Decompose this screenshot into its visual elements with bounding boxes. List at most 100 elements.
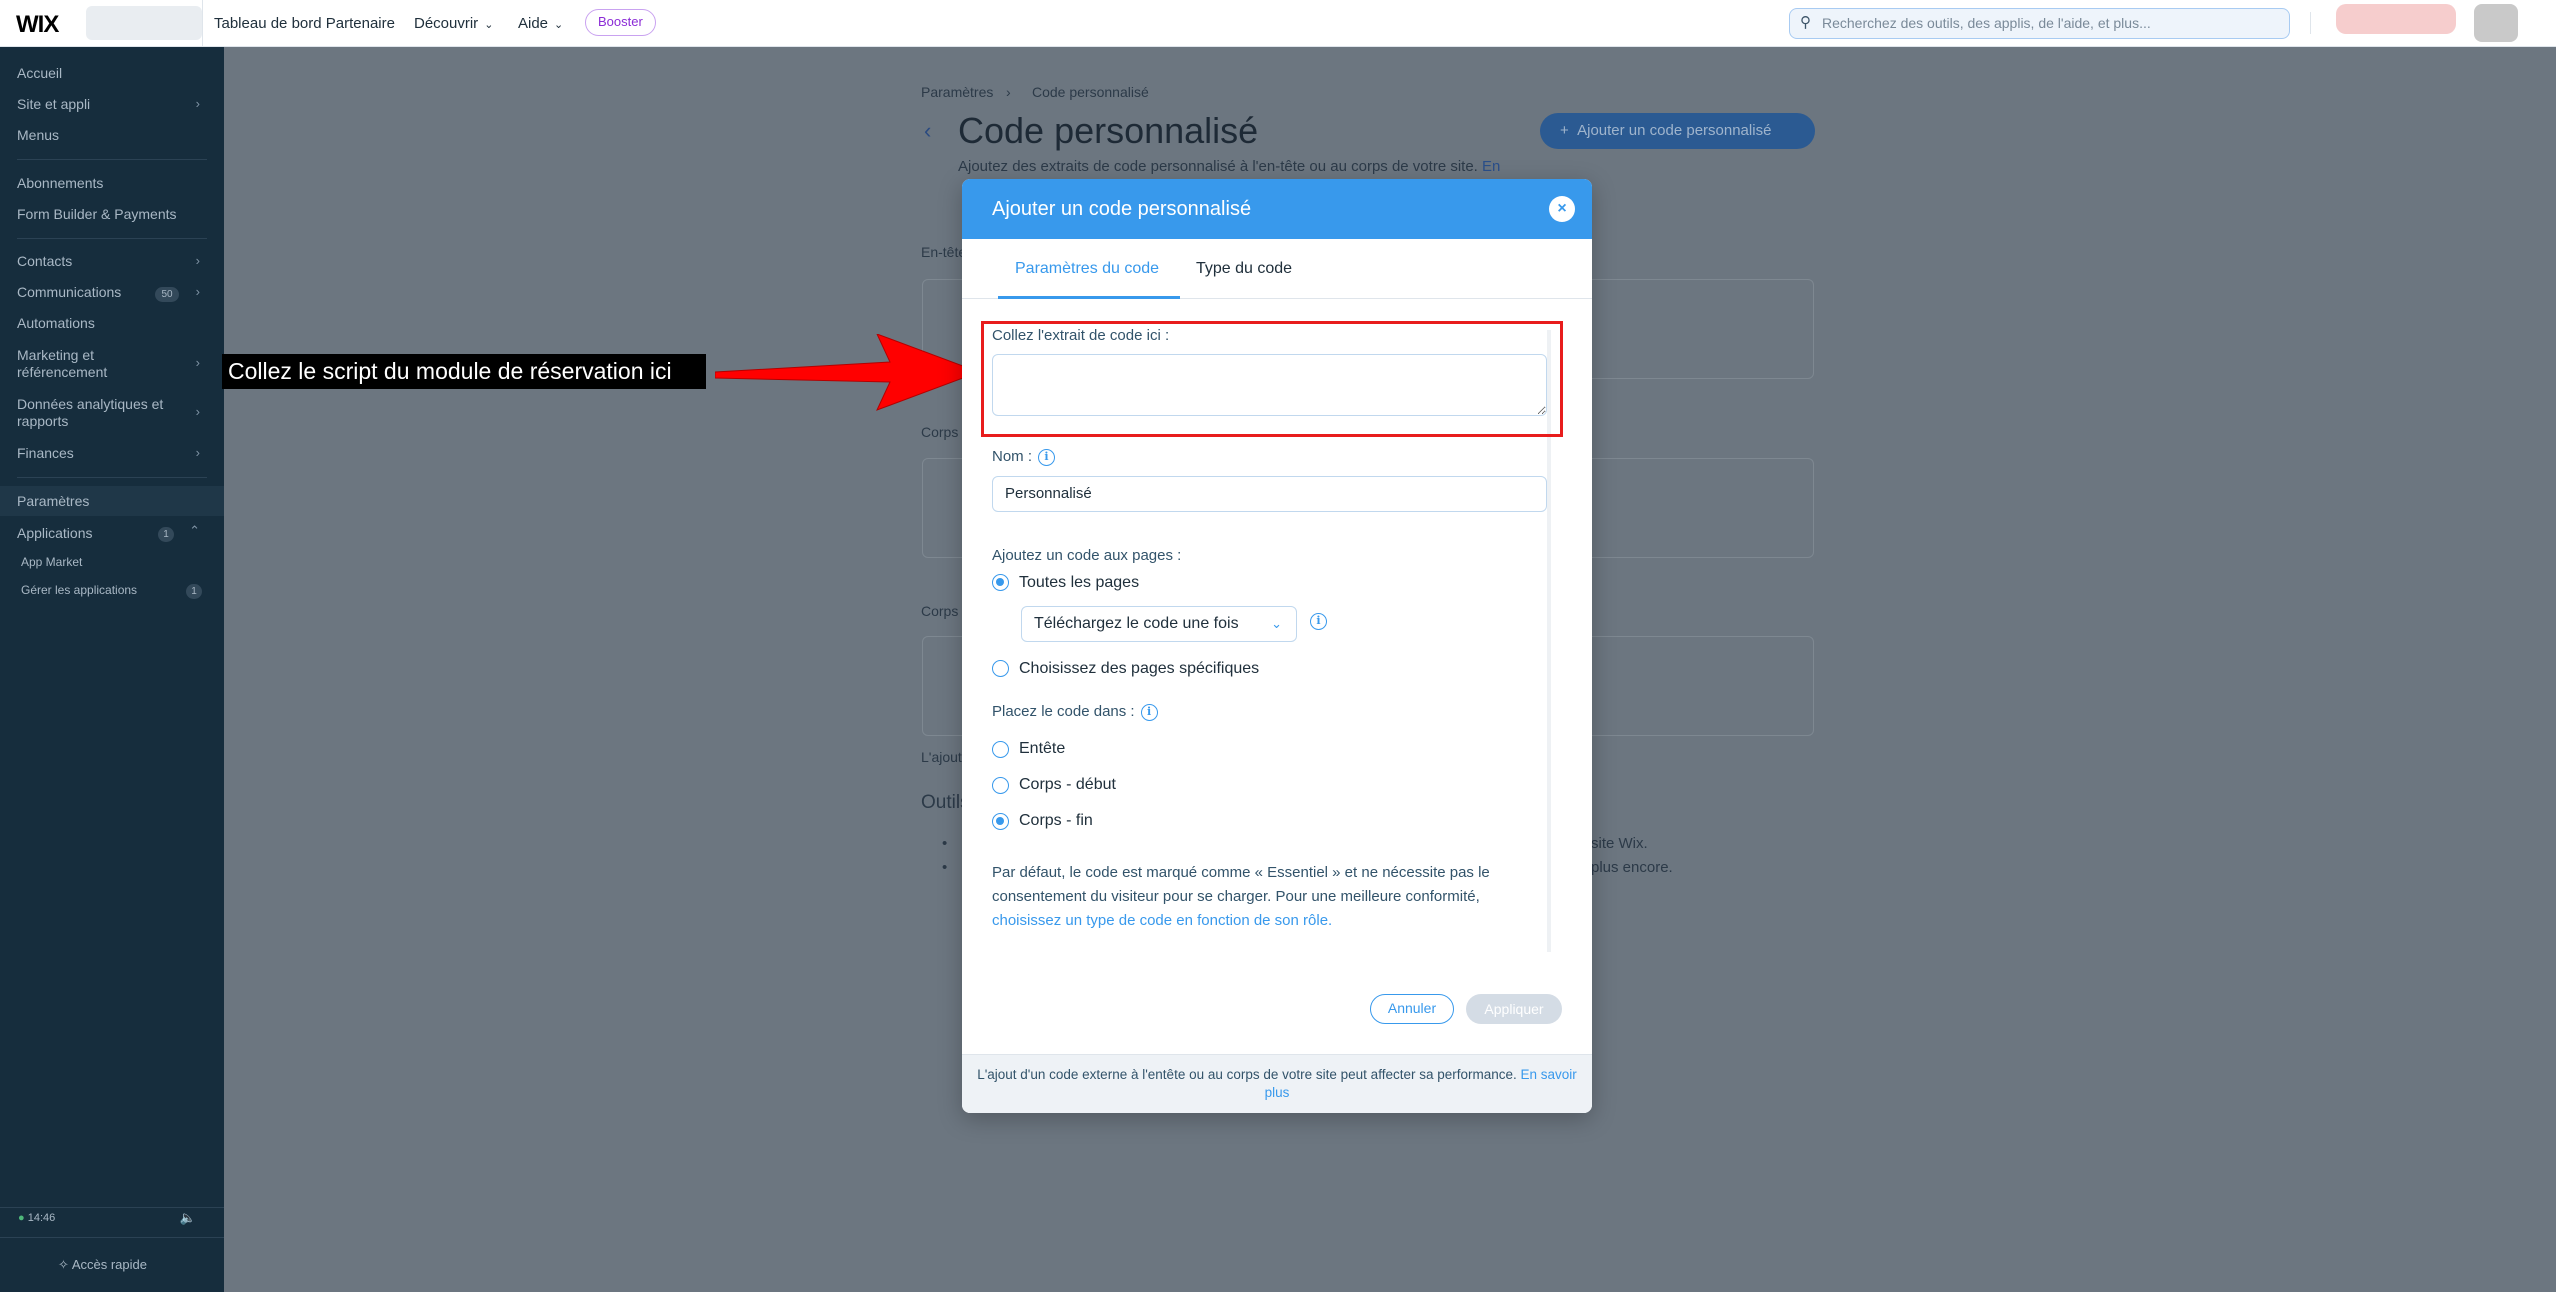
add-custom-code-button[interactable]: + Ajouter un code personnalisé [1540, 113, 1815, 149]
dialog-footer: L'ajout d'un code externe à l'entête ou … [962, 1054, 1592, 1113]
plus-icon: + [1560, 122, 1578, 139]
quick-access-icon: ✧ [58, 1257, 69, 1272]
booster-badge[interactable]: Booster [585, 9, 656, 36]
radio-all-pages-label[interactable]: Toutes les pages [1019, 574, 1139, 592]
divider [17, 238, 207, 239]
quick-access[interactable]: ✧ Accès rapide [58, 1257, 147, 1273]
sidebar-item-marketing[interactable]: Marketing et référencement [17, 347, 167, 381]
section-label-body-end: Corps [921, 603, 959, 619]
bullet-icon: • [942, 859, 948, 876]
sidebar: Accueil Site et appli › Menus Abonnement… [0, 47, 224, 1292]
section-label-body-start: Corps [921, 424, 959, 440]
divider [0, 1207, 224, 1208]
add-button-label: Ajouter un code personnalisé [1577, 122, 1772, 139]
chevron-right-icon: › [195, 355, 200, 370]
nav-discover-label: Découvrir [414, 15, 479, 32]
footer-text: L'ajout d'un code externe à l'entête ou … [977, 1067, 1517, 1082]
active-tab-indicator [998, 296, 1180, 299]
info-icon[interactable]: i [1038, 448, 1056, 466]
breadcrumb-current: Code personnalisé [1032, 84, 1149, 100]
avatar[interactable] [2474, 4, 2518, 42]
time-label: 14:46 [27, 1212, 56, 1224]
sidebar-item-communications[interactable]: Communications [17, 284, 121, 300]
divider [202, 0, 203, 47]
status-dot-icon: ● [18, 1212, 25, 1224]
sidebar-item-site-app[interactable]: Site et appli [17, 96, 90, 112]
sidebar-item-finances[interactable]: Finances [17, 445, 74, 461]
sidebar-item-home[interactable]: Accueil [17, 65, 62, 81]
radio-head[interactable] [992, 741, 1009, 758]
cancel-button[interactable]: Annuler [1370, 994, 1454, 1024]
radio-body-end[interactable] [992, 813, 1009, 830]
tools-line-2: plus encore. [1591, 859, 1673, 876]
clock: ● 14:46 [18, 1212, 55, 1224]
tools-line-1: site Wix. [1591, 835, 1648, 852]
dialog-title: Ajouter un code personnalisé [992, 198, 1252, 220]
name-field[interactable]: Personnalisé [992, 476, 1547, 512]
breadcrumb-separator-icon: › [1006, 84, 1011, 100]
radio-all-pages[interactable] [992, 574, 1009, 591]
bullet-icon: • [942, 835, 948, 852]
radio-body-start-label[interactable]: Corps - début [1019, 776, 1116, 794]
account-area[interactable] [2336, 4, 2456, 34]
annotation-arrow-icon [715, 334, 980, 411]
radio-body-end-label[interactable]: Corps - fin [1019, 812, 1093, 830]
count-badge: 1 [158, 527, 174, 542]
sidebar-item-applications[interactable]: Applications [17, 525, 93, 541]
radio-specific-pages-label[interactable]: Choisissez des pages spécifiques [1019, 660, 1259, 678]
dialog-tabs: Paramètres du code Type du code [962, 239, 1592, 299]
site-selector[interactable] [86, 6, 202, 40]
placement-label: Placez le code dans : [992, 703, 1135, 720]
sound-icon[interactable]: 🔈 [180, 1210, 196, 1226]
chevron-right-icon: › [195, 445, 200, 460]
sidebar-item-app-market[interactable]: App Market [21, 555, 82, 569]
load-mode-select[interactable]: Téléchargez le code une fois ⌄ [1021, 606, 1297, 642]
chevron-up-icon: ⌃ [189, 523, 200, 538]
divider [2310, 12, 2311, 34]
sidebar-item-subscriptions[interactable]: Abonnements [17, 175, 103, 191]
subtitle-link[interactable]: En [1482, 158, 1500, 175]
consent-note-text: Par défaut, le code est marqué comme « E… [992, 864, 1490, 905]
search-icon: ⚲ [1800, 14, 1811, 31]
sidebar-item-contacts[interactable]: Contacts [17, 253, 72, 269]
sidebar-item-analytics[interactable]: Données analytiques et rapports [17, 396, 187, 430]
sidebar-item-form-builder[interactable]: Form Builder & Payments [17, 206, 177, 222]
tab-code-type[interactable]: Type du code [1196, 260, 1292, 278]
add-custom-code-dialog: Ajouter un code personnalisé × Paramètre… [962, 179, 1592, 1113]
subtitle-text: Ajoutez des extraits de code personnalis… [958, 158, 1478, 175]
divider [17, 159, 207, 160]
count-badge: 1 [186, 584, 202, 599]
name-label-row: Nom : i [992, 448, 1056, 466]
nav-discover[interactable]: Découvrir ⌄ [414, 15, 493, 32]
radio-specific-pages[interactable] [992, 660, 1009, 677]
sidebar-item-menus[interactable]: Menus [17, 127, 59, 143]
tab-code-settings[interactable]: Paramètres du code [1015, 260, 1159, 278]
chevron-down-icon: ⌄ [554, 19, 564, 31]
close-icon[interactable]: × [1549, 196, 1575, 222]
nav-help-label: Aide [518, 15, 549, 32]
back-arrow-icon[interactable]: ‹ [924, 118, 931, 144]
sidebar-item-manage-apps[interactable]: Gérer les applications [21, 583, 137, 597]
sidebar-item-automations[interactable]: Automations [17, 315, 95, 331]
nav-partner-dashboard[interactable]: Tableau de bord Partenaire [214, 15, 395, 32]
dialog-header: Ajouter un code personnalisé × [962, 179, 1592, 239]
divider [0, 1237, 224, 1238]
chevron-right-icon: › [195, 253, 200, 268]
wix-logo[interactable]: WIX [16, 11, 59, 39]
chevron-down-icon: ⌄ [1271, 616, 1282, 631]
sidebar-item-settings[interactable]: Paramètres [17, 493, 89, 509]
info-icon[interactable]: i [1140, 703, 1158, 721]
pages-label: Ajoutez un code aux pages : [992, 547, 1182, 564]
consent-note: Par défaut, le code est marqué comme « E… [992, 861, 1522, 933]
page-subtitle: Ajoutez des extraits de code personnalis… [958, 158, 1500, 175]
info-icon[interactable]: i [1310, 613, 1327, 630]
breadcrumb-settings[interactable]: Paramètres [921, 84, 993, 100]
radio-body-start[interactable] [992, 777, 1009, 794]
nav-help[interactable]: Aide ⌄ [518, 15, 563, 32]
code-type-link[interactable]: choisissez un type de code en fonction d… [992, 912, 1332, 929]
radio-head-label[interactable]: Entête [1019, 740, 1065, 758]
quick-access-label: Accès rapide [71, 1257, 147, 1272]
chevron-right-icon: › [195, 404, 200, 419]
apply-button[interactable]: Appliquer [1466, 994, 1562, 1024]
search-input[interactable]: ⚲ Recherchez des outils, des applis, de … [1789, 8, 2290, 39]
